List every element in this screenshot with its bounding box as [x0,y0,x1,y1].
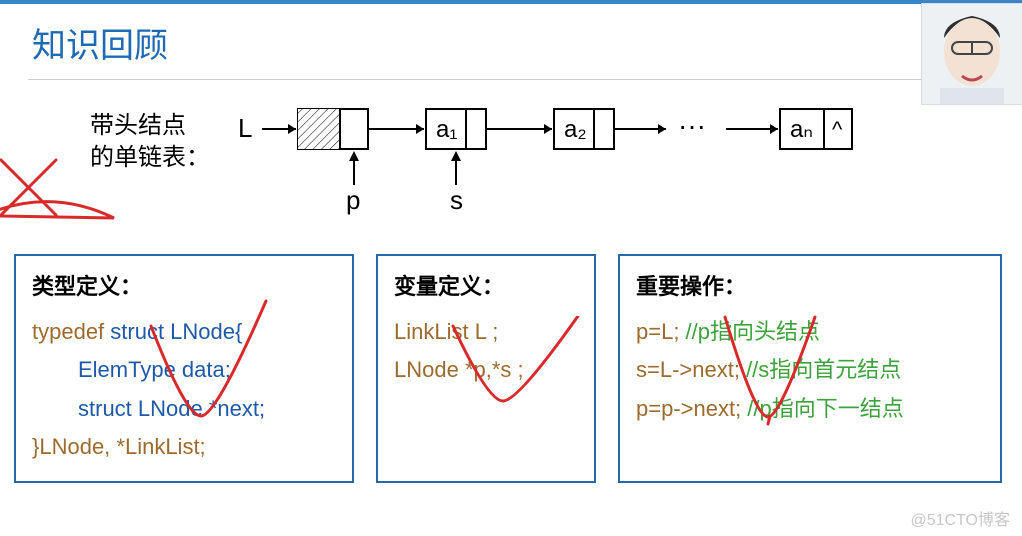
opdef-line1: p=L; //p指向头结点 [636,313,984,352]
panel-typedef: 类型定义： typedef struct LNode{ ElemType dat… [14,254,354,483]
vardef-line2: LNode *p,*s ; [394,351,578,390]
typedef-line4: }LNode, *LinkList; [32,428,336,467]
vardef-heading: 变量定义： [394,268,578,307]
title-underline [28,79,994,80]
node-terminator: ^ [832,117,843,142]
top-accent-bar [0,0,1022,4]
node-a2: a₂ [564,116,587,143]
pointer-p: p [346,185,360,215]
red-scribble-topleft [0,150,136,230]
watermark: @51CTO博客 [910,506,1010,530]
typedef-line1: typedef struct LNode{ [32,313,336,352]
dots: ··· [678,110,706,141]
panel-opdef: 重要操作： p=L; //p指向头结点 s=L->next; //s指向首元结点… [618,254,1002,483]
opdef-heading: 重要操作： [636,268,984,307]
pointer-s: s [450,185,463,215]
L-label: L [238,113,252,143]
typedef-heading: 类型定义： [32,268,336,307]
webcam-thumbnail [922,4,1022,104]
typedef-line3: struct LNode *next; [32,390,336,429]
typedef-line2: ElemType data; [32,351,336,390]
node-an: aₙ [790,116,813,143]
page-title: 知识回顾 [32,18,1022,67]
node-a1: a₁ [436,116,457,143]
opdef-line2: s=L->next; //s指向首元结点 [636,351,984,390]
vardef-line1: LinkList L ; [394,313,578,352]
opdef-line3: p=p->next; //p指向下一结点 [636,390,984,429]
linked-list-diagram: L a₁ a₂ ··· aₙ ^ p s [238,105,938,235]
panel-vardef: 变量定义： LinkList L ; LNode *p,*s ; [376,254,596,483]
